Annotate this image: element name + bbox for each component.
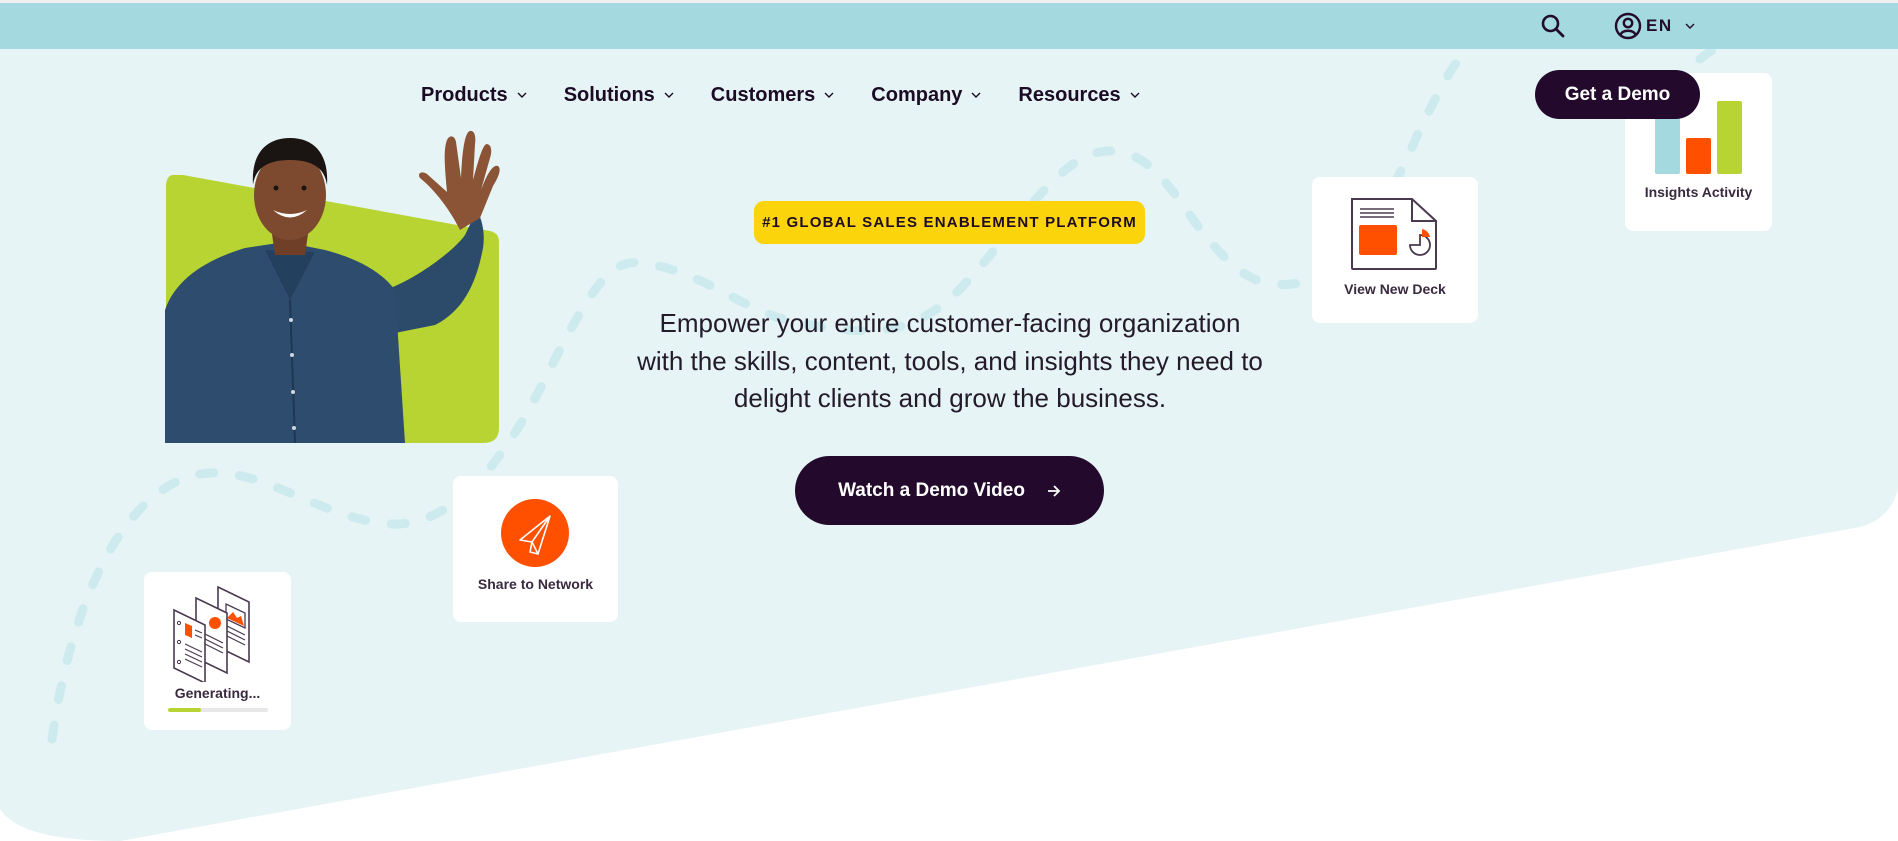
headline-line: Empower your entire customer-facing orga…	[659, 308, 1241, 338]
nav-item-label: Resources	[1018, 83, 1121, 106]
language-label: EN	[1646, 16, 1673, 35]
nav-item-company[interactable]: Company	[871, 80, 981, 110]
headline-line: with the skills, content, tools, and ins…	[637, 345, 1263, 376]
chevron-down-icon	[1130, 92, 1140, 98]
hero-badge: #1 GLOBAL SALES ENABLEMENT PLATFORM	[754, 201, 1145, 244]
user-circle-icon	[1614, 12, 1642, 40]
card-label: Generating...	[174, 685, 261, 701]
share-to-network-card: Share to Network	[453, 476, 618, 622]
view-new-deck-card: View New Deck	[1312, 177, 1478, 323]
card-label: Share to Network	[477, 576, 594, 592]
nav-item-label: Customers	[710, 83, 816, 106]
card-label: View New Deck	[1344, 281, 1446, 297]
arrow-right-icon	[1047, 484, 1061, 497]
search-button[interactable]	[1540, 13, 1566, 39]
language-selector[interactable]: EN	[1614, 12, 1695, 40]
nav-item-label: Company	[871, 83, 963, 106]
hero-headline: Empower your entire customer-facing orga…	[600, 305, 1300, 418]
person-hand	[418, 130, 500, 230]
chevron-down-icon	[824, 92, 834, 98]
watch-demo-video-button[interactable]: Watch a Demo Video	[795, 456, 1104, 525]
search-icon	[1541, 14, 1565, 38]
nav-item-resources[interactable]: Resources	[1018, 80, 1140, 110]
get-a-demo-button[interactable]: Get a Demo	[1535, 70, 1700, 119]
chevron-down-icon	[517, 92, 527, 98]
progress-fill	[168, 708, 201, 712]
headline-line: delight clients and grow the business.	[733, 383, 1167, 413]
main-nav: Products Solutions Customers Company Res…	[421, 80, 1177, 110]
watch-demo-label: Watch a Demo Video	[838, 479, 1025, 501]
nav-item-label: Products	[421, 83, 508, 106]
nav-item-customers[interactable]: Customers	[711, 80, 834, 110]
generating-progress-bar	[168, 708, 268, 712]
paper-plane-icon	[501, 499, 569, 567]
nav-item-solutions[interactable]: Solutions	[564, 80, 674, 110]
nav-item-label: Solutions	[563, 83, 655, 106]
documents-stack-icon	[173, 585, 250, 682]
card-label: Insights Activity	[1644, 184, 1753, 200]
chevron-down-icon	[971, 92, 981, 98]
presentation-document-icon	[1351, 198, 1437, 270]
generating-card: Generating...	[144, 572, 291, 730]
nav-item-products[interactable]: Products	[421, 80, 527, 110]
hero-photo	[165, 130, 500, 443]
chevron-down-icon	[1685, 23, 1695, 29]
chevron-down-icon	[664, 92, 674, 98]
